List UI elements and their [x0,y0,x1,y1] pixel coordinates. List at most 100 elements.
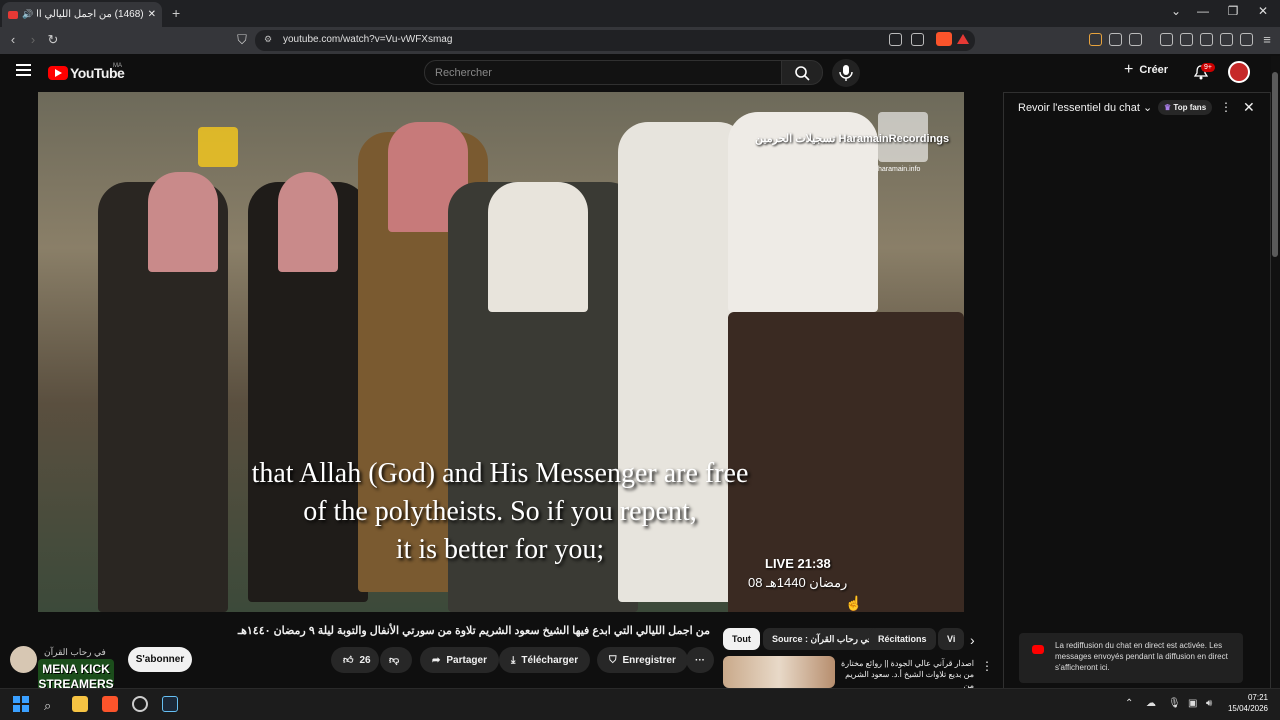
tab-title: (1468) من اجمل الليالي التي ا... [37,9,144,20]
hamburger-menu-icon[interactable] [16,64,31,76]
cast-icon[interactable] [889,33,902,46]
notifications-badge: 9+ [1201,63,1215,72]
live-date: 08 رمضان 1440هـ [748,575,848,590]
mic-icon [839,65,853,81]
chips-next-icon[interactable]: › [970,632,975,648]
live-timestamp: LIVE 21:38 [765,556,831,571]
maximize-button[interactable]: ❐ [1221,4,1245,18]
download-button[interactable]: ⤓ Télécharger [499,647,591,673]
plus-icon: + [1124,61,1134,78]
top-fans-badge[interactable]: ♛ Top fans [1158,100,1213,115]
puzzle-icon[interactable] [1109,33,1122,46]
menu-icon[interactable]: ≡ [1258,32,1276,47]
sidebar-icon[interactable] [1180,33,1193,46]
leo-ai-icon[interactable] [1220,33,1233,46]
video-watermark: تسجيلات الحرمين HaramainRecordings [755,133,950,145]
related-video-title[interactable]: اصدار قرآني عالي الجودة || روائع مختارة … [840,658,974,691]
network-icon[interactable]: ▣ [1188,698,1197,709]
bookmark-icon[interactable]: ⛉ [233,32,251,48]
video-figure [488,182,588,312]
chip-all[interactable]: Tout [723,628,760,650]
video-title: من اجمل الليالي التي ابدع فيها الشيخ سعو… [237,625,710,637]
related-more-icon[interactable]: ⋮ [981,659,993,673]
tab-search-button[interactable]: ⌄ [1164,4,1188,18]
country-code: MA [113,63,122,69]
dislike-button[interactable]: 👎︎ [380,647,412,673]
account-avatar[interactable] [1228,61,1250,83]
thumbs-down-icon: 👎︎ [389,655,400,666]
scrollbar-thumb[interactable] [1272,72,1278,257]
share-label: Partager [446,654,487,666]
taskbar-search-icon[interactable]: ⌕ [44,698,51,714]
save-label: Enregistrer [622,654,676,666]
subtitle-line: of the polytheists. So if you repent, [303,496,697,527]
channel-name[interactable]: في رحاب القرآن [44,647,106,658]
chip-recitations[interactable]: Récitations [869,628,936,650]
taskbar-clock[interactable]: 07:21 15/04/2026 [1222,692,1268,714]
volume-icon[interactable]: 🔊︎ [1206,698,1212,709]
tab-close-icon[interactable]: ✕ [148,9,156,20]
brave-browser-icon[interactable] [102,696,118,712]
download-label: Télécharger [521,654,579,666]
chat-title[interactable]: Revoir l'essentiel du chat ⌄ [1018,101,1152,114]
chat-title-text: Revoir l'essentiel du chat [1018,102,1140,114]
download-icon: ⤓ [511,654,516,666]
share-icon: ➦ [432,654,441,666]
forward-icon[interactable]: › [24,32,42,47]
back-icon[interactable]: ‹ [4,32,22,47]
steam-icon[interactable] [162,696,178,712]
clock-date: 15/04/2026 [1227,704,1268,713]
new-tab-button[interactable]: + [172,5,180,21]
chip-source[interactable]: Source : في رحاب القرآن [763,628,882,650]
tray-chevron-icon[interactable]: ⌃ [1125,698,1133,709]
screenshot-icon[interactable] [1129,33,1142,46]
youtube-favicon-icon [8,10,18,19]
brave-shields-icon[interactable] [936,32,952,46]
subscribe-button[interactable]: S'abonner [128,647,192,672]
brave-rewards-icon[interactable] [957,34,969,44]
like-button[interactable]: 👍︎ 26 [331,647,379,673]
channel-avatar[interactable] [10,646,37,673]
youtube-logo-icon[interactable] [48,66,68,80]
share-button[interactable]: ➦ Partager [420,647,499,673]
speaker-icon[interactable]: 🔊 [22,9,33,20]
bookmark-save-icon: ⛉ [609,654,617,666]
video-figure [148,172,218,272]
site-info-icon[interactable]: ⚙ [264,34,272,45]
related-video-thumbnail[interactable] [723,656,835,688]
extension-icon[interactable] [1089,33,1102,46]
windows-start-icon[interactable] [13,696,29,712]
chat-close-icon[interactable]: ✕ [1243,99,1255,116]
more-actions-button[interactable]: ··· [686,647,714,673]
minimize-button[interactable]: — [1191,4,1215,18]
mouse-cursor-icon: ☝ [845,595,863,611]
clock-time: 07:21 [1247,693,1268,702]
microphone-tray-icon[interactable]: 🎙︎ [1168,698,1181,709]
media-icon[interactable] [1160,33,1173,46]
youtube-small-icon [1032,645,1044,654]
search-input[interactable]: Rechercher [424,60,782,85]
save-button[interactable]: ⛉ Enregistrer [597,647,688,673]
tray-app-icon[interactable]: ☁ [1146,698,1156,709]
video-figure [278,172,338,272]
browser-tab-strip [0,0,1280,27]
video-subtitle: that Allah (God) and His Messenger are f… [100,455,900,569]
share-page-icon[interactable] [911,33,924,46]
search-placeholder: Rechercher [435,66,492,79]
create-button[interactable]: + Créer [1124,61,1168,79]
voice-search-button[interactable] [832,59,860,87]
file-explorer-icon[interactable] [72,696,88,712]
url-text: youtube.com/watch?v=Vu-vWFXsmag [283,34,453,45]
obs-icon[interactable] [132,696,148,712]
search-button[interactable] [781,60,823,85]
chevron-down-icon: ⌄ [1143,102,1153,114]
reload-icon[interactable]: ↻ [44,32,62,48]
chat-more-icon[interactable]: ⋮ [1220,100,1232,114]
wallet-icon[interactable] [1200,33,1213,46]
chip-partial[interactable]: Vi [938,628,964,650]
subtitle-line: that Allah (God) and His Messenger are f… [251,458,749,489]
browser-tab[interactable]: 🔊 (1468) من اجمل الليالي التي ا... ✕ [2,2,162,27]
thumbs-up-icon: 👍︎ [343,655,354,666]
vpn-icon[interactable] [1240,33,1253,46]
close-window-button[interactable]: ✕ [1251,4,1275,18]
